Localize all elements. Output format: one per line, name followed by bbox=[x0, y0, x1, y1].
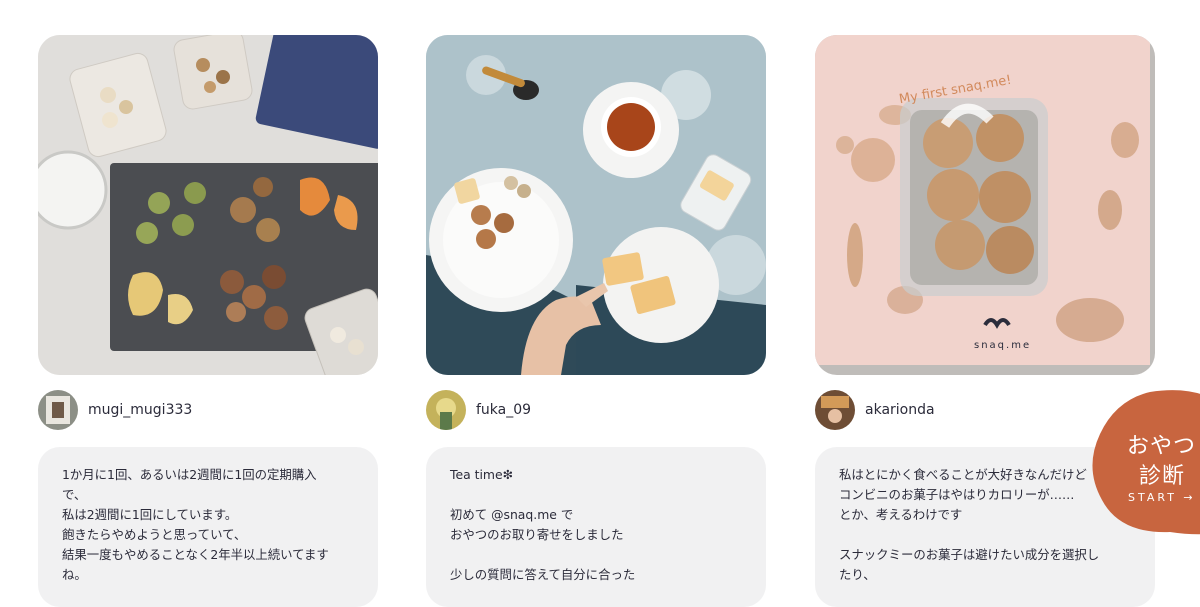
avatar[interactable] bbox=[426, 390, 466, 430]
snacks-on-slate-board-photo bbox=[38, 35, 378, 375]
post-photo[interactable]: snaq.me My first snaq.me! bbox=[815, 35, 1155, 375]
snaq-me-cookie-package-photo: snaq.me My first snaq.me! bbox=[815, 35, 1155, 375]
badge-line-1: おやつ bbox=[1127, 434, 1197, 459]
post-author[interactable]: akarionda bbox=[815, 390, 935, 430]
avatar[interactable] bbox=[38, 390, 78, 430]
post-author[interactable]: mugi_mugi333 bbox=[38, 390, 192, 430]
snack-diagnosis-button[interactable]: おやつ 診断 START → bbox=[1090, 388, 1200, 536]
badge-line-2: 診断 bbox=[1139, 464, 1186, 489]
caption-text: 私はとにかく食べることが大好きなんだけど コンビニのお菓子はやはりカロリーが……… bbox=[839, 467, 1100, 582]
post-author[interactable]: fuka_09 bbox=[426, 390, 531, 430]
avatar[interactable] bbox=[815, 390, 855, 430]
brand-label: snaq.me bbox=[974, 340, 1031, 351]
badge-start-label: START → bbox=[1128, 491, 1196, 504]
post-caption: 1か月に1回、あるいは2週間に1回の定期購入 で、 私は2週間に1回にしています… bbox=[38, 447, 378, 607]
post-photo[interactable] bbox=[426, 35, 766, 375]
username[interactable]: fuka_09 bbox=[476, 402, 531, 418]
caption-text: 1か月に1回、あるいは2週間に1回の定期購入 で、 私は2週間に1回にしています… bbox=[62, 467, 329, 582]
tea-and-cookies-on-plates-photo bbox=[426, 35, 766, 375]
username[interactable]: akarionda bbox=[865, 402, 935, 418]
caption-text: Tea time❇︎ 初めて @snaq.me で おやつのお取り寄せをしました… bbox=[450, 467, 636, 582]
username[interactable]: mugi_mugi333 bbox=[88, 402, 192, 418]
post-caption: Tea time❇︎ 初めて @snaq.me で おやつのお取り寄せをしました… bbox=[426, 447, 766, 607]
post-photo[interactable] bbox=[38, 35, 378, 375]
